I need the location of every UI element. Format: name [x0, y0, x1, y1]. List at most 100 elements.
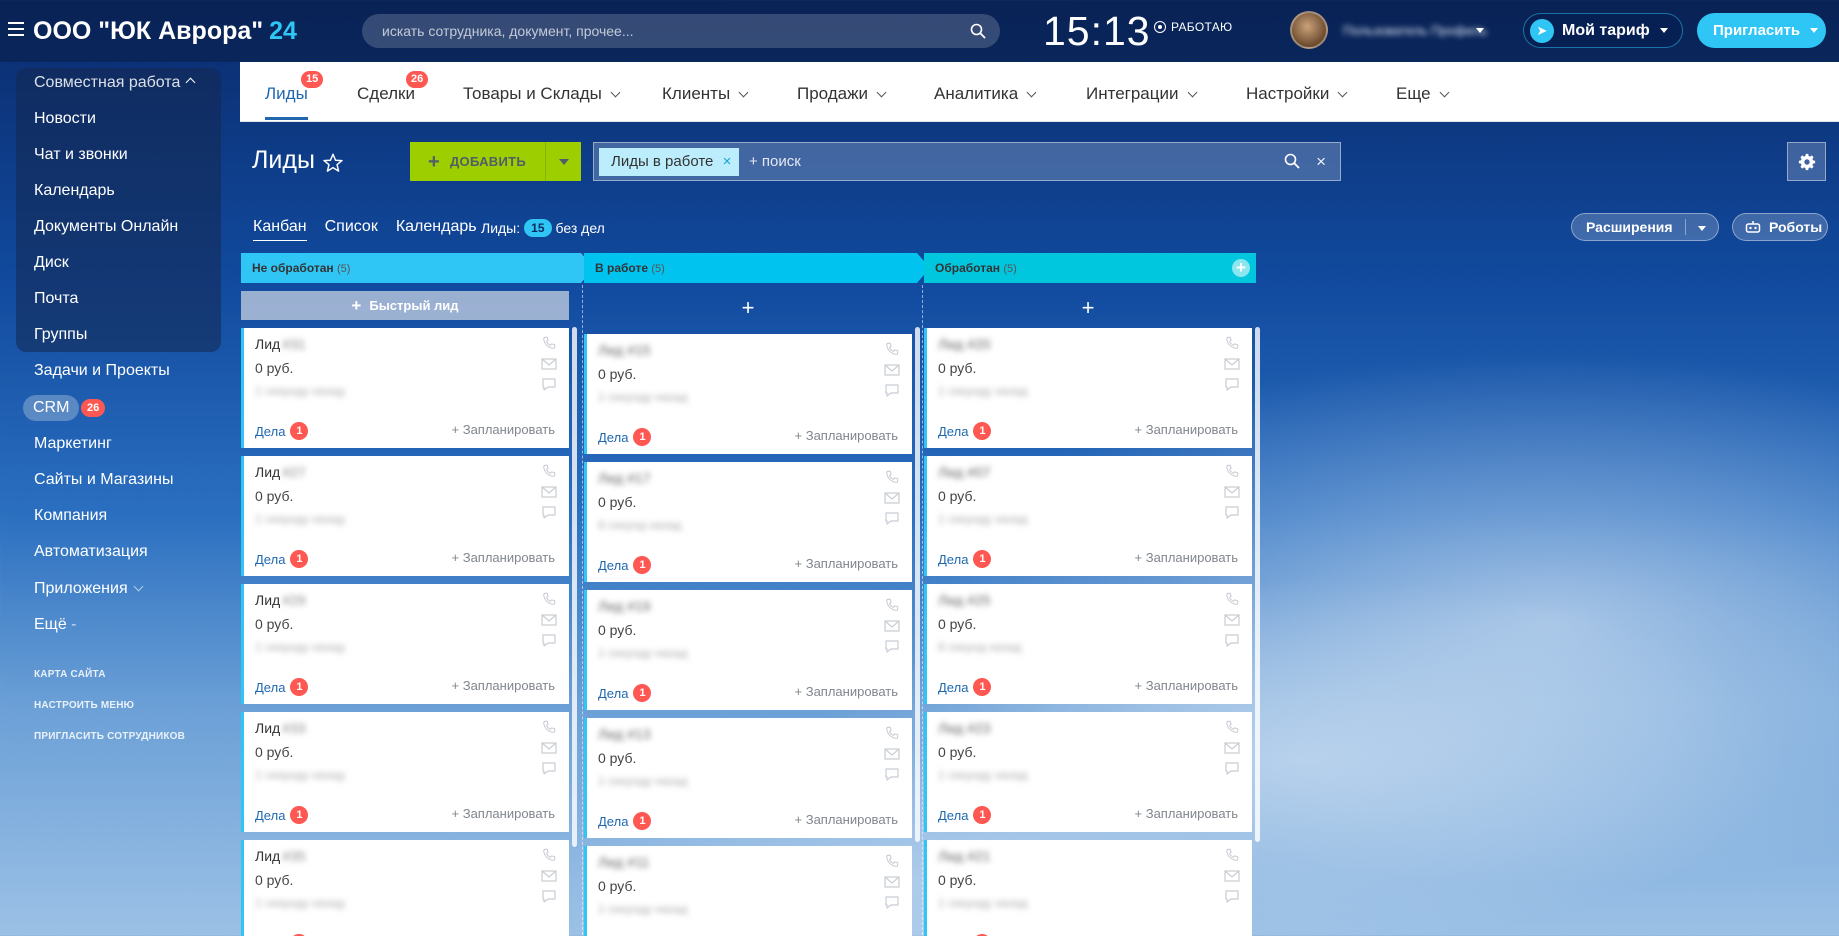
phone-icon[interactable]	[1224, 592, 1242, 606]
chat-icon[interactable]	[541, 378, 559, 392]
card-title[interactable]: Лид #35	[255, 848, 306, 864]
lead-card[interactable]: Лид#350 руб.1 секунду назадДела1+ Заплан…	[241, 840, 569, 936]
chat-icon[interactable]	[884, 640, 902, 654]
chat-icon[interactable]	[1224, 378, 1242, 392]
card-title[interactable]: Лид #25	[938, 592, 990, 608]
card-schedule-link[interactable]: + Запланировать	[452, 806, 555, 821]
avatar[interactable]	[1290, 11, 1328, 49]
chat-icon[interactable]	[884, 896, 902, 910]
menu-hamburger-icon[interactable]	[8, 22, 24, 36]
card-deals-link[interactable]: Дела1	[938, 806, 992, 824]
chat-icon[interactable]	[884, 768, 902, 782]
card-schedule-link[interactable]: + Запланировать	[795, 812, 898, 827]
company-name[interactable]: ООО "ЮК Аврора" 24	[33, 17, 297, 46]
chat-icon[interactable]	[1224, 890, 1242, 904]
phone-icon[interactable]	[884, 598, 902, 612]
lead-card[interactable]: Лид #110 руб.1 секунду назадДела1+ Запла…	[584, 846, 912, 936]
card-schedule-link[interactable]: + Запланировать	[452, 422, 555, 437]
tab-more[interactable]: Еще	[1396, 84, 1450, 104]
mail-icon[interactable]	[1224, 614, 1242, 626]
card-deals-link[interactable]: Дела1	[938, 678, 992, 696]
phone-icon[interactable]	[884, 342, 902, 356]
phone-icon[interactable]	[884, 854, 902, 868]
mail-icon[interactable]	[541, 742, 559, 754]
search-input[interactable]	[362, 14, 1000, 48]
card-title[interactable]: Лид #17	[598, 470, 650, 486]
lead-card[interactable]: Лид #210 руб.1 секунду назадДела1+ Запла…	[924, 840, 1252, 936]
lead-card[interactable]: Лид #31 0 руб. 1 секунду назад Дела 1 + Заплан…	[241, 328, 569, 448]
link-configure-menu[interactable]: НАСТРОИТЬ МЕНЮ	[34, 700, 134, 711]
view-kanban[interactable]: Канбан	[253, 218, 307, 241]
filter-tag[interactable]: Лиды в работе ×	[599, 148, 740, 176]
card-schedule-link[interactable]: + Запланировать	[795, 556, 898, 571]
kanban-column-header[interactable]: В работе (5)	[584, 253, 930, 283]
chat-icon[interactable]	[541, 890, 559, 904]
card-title[interactable]: Лид #23	[938, 720, 990, 736]
chat-icon[interactable]	[1224, 634, 1242, 648]
phone-icon[interactable]	[1224, 464, 1242, 478]
phone-icon[interactable]	[884, 470, 902, 484]
invite-button[interactable]: Пригласить	[1697, 13, 1826, 48]
menu-item-more[interactable]: Ещё -	[34, 616, 77, 634]
menu-item-automation[interactable]: Автоматизация	[34, 543, 148, 561]
view-list[interactable]: Список	[325, 218, 378, 241]
card-title[interactable]: Лид #19	[598, 598, 650, 614]
card-deals-link[interactable]: Дела1	[255, 550, 309, 568]
card-title[interactable]: Лид #13	[598, 726, 650, 742]
tab-settings[interactable]: Настройки	[1246, 84, 1348, 104]
menu-item-apps[interactable]: Приложения	[34, 580, 144, 598]
leads-counter[interactable]: Лиды: 15 без дел	[481, 219, 605, 237]
view-calendar[interactable]: Календарь	[396, 218, 477, 241]
lead-card[interactable]: Лид #25 0 руб. 8 секунд назад Дела 1 + Заплан…	[924, 584, 1252, 704]
mail-icon[interactable]	[1224, 870, 1242, 882]
user-name[interactable]: Пользователь Профиль	[1343, 23, 1487, 38]
mail-icon[interactable]	[1224, 742, 1242, 754]
phone-icon[interactable]	[541, 464, 559, 478]
mail-icon[interactable]	[884, 492, 902, 504]
menu-item-calendar[interactable]: Календарь	[34, 182, 115, 200]
lead-card[interactable]: Лид #15 0 руб. 1 секунду назад Дела 1 + Запла…	[584, 334, 912, 454]
mail-icon[interactable]	[541, 614, 559, 626]
card-schedule-link[interactable]: + Запланировать	[452, 550, 555, 565]
lead-card[interactable]: Лид #13 0 руб. 1 секунду назад Дела 1 + Запла…	[584, 718, 912, 838]
add-card-plus-icon[interactable]: +	[924, 295, 1252, 321]
link-sitemap[interactable]: КАРТА САЙТА	[34, 669, 106, 680]
menu-item-company[interactable]: Компания	[34, 507, 107, 525]
add-menu-chevron-icon[interactable]	[545, 142, 581, 181]
add-stage-icon[interactable]: +	[1232, 259, 1250, 277]
settings-button[interactable]	[1787, 142, 1826, 181]
tab-analytics[interactable]: Аналитика	[934, 84, 1037, 104]
mail-icon[interactable]	[541, 358, 559, 370]
menu-item-marketing[interactable]: Маркетинг	[34, 435, 112, 453]
mail-icon[interactable]	[541, 870, 559, 882]
card-deals-link[interactable]: Дела1	[938, 550, 992, 568]
extensions-button[interactable]: Расширения	[1571, 213, 1719, 241]
tab-integrations[interactable]: Интеграции	[1086, 84, 1197, 104]
lead-card[interactable]: Лид #20 0 руб. 1 секунду назад Дела 1 + Запла…	[924, 328, 1252, 448]
card-schedule-link[interactable]: + Запланировать	[1135, 806, 1238, 821]
lead-card[interactable]: Лид #07 0 руб. 1 секунду назад Дела 1 + Запла…	[924, 456, 1252, 576]
filter-search[interactable]: Лиды в работе × + поиск ×	[593, 142, 1341, 181]
filter-search-input[interactable]: + поиск	[749, 153, 801, 170]
chat-icon[interactable]	[884, 512, 902, 526]
card-deals-link[interactable]: Дела1	[598, 556, 652, 574]
card-schedule-link[interactable]: + Запланировать	[452, 678, 555, 693]
card-schedule-link[interactable]: + Запланировать	[795, 684, 898, 699]
phone-icon[interactable]	[541, 848, 559, 862]
search-icon[interactable]	[1284, 153, 1300, 169]
quick-lead-button[interactable]: + Быстрый лид	[241, 291, 569, 320]
phone-icon[interactable]	[884, 726, 902, 740]
clear-icon[interactable]: ×	[1316, 152, 1326, 172]
lead-card[interactable]: Лид #23 0 руб. 1 секунду назад Дела 1 + Запла…	[924, 712, 1252, 832]
add-lead-button[interactable]: + ДОБАВИТЬ	[410, 142, 581, 181]
chat-icon[interactable]	[884, 384, 902, 398]
phone-icon[interactable]	[1224, 848, 1242, 862]
link-invite-staff[interactable]: ПРИГЛАСИТЬ СОТРУДНИКОВ	[34, 731, 185, 742]
card-title[interactable]: Лид #11	[598, 854, 649, 870]
card-title[interactable]: Лид #29	[255, 592, 306, 608]
mail-icon[interactable]	[884, 620, 902, 632]
menu-item-disk[interactable]: Диск	[34, 254, 69, 272]
work-status[interactable]: РАБОТАЮ	[1154, 20, 1232, 34]
card-schedule-link[interactable]: + Запланировать	[1135, 678, 1238, 693]
chat-icon[interactable]	[541, 762, 559, 776]
